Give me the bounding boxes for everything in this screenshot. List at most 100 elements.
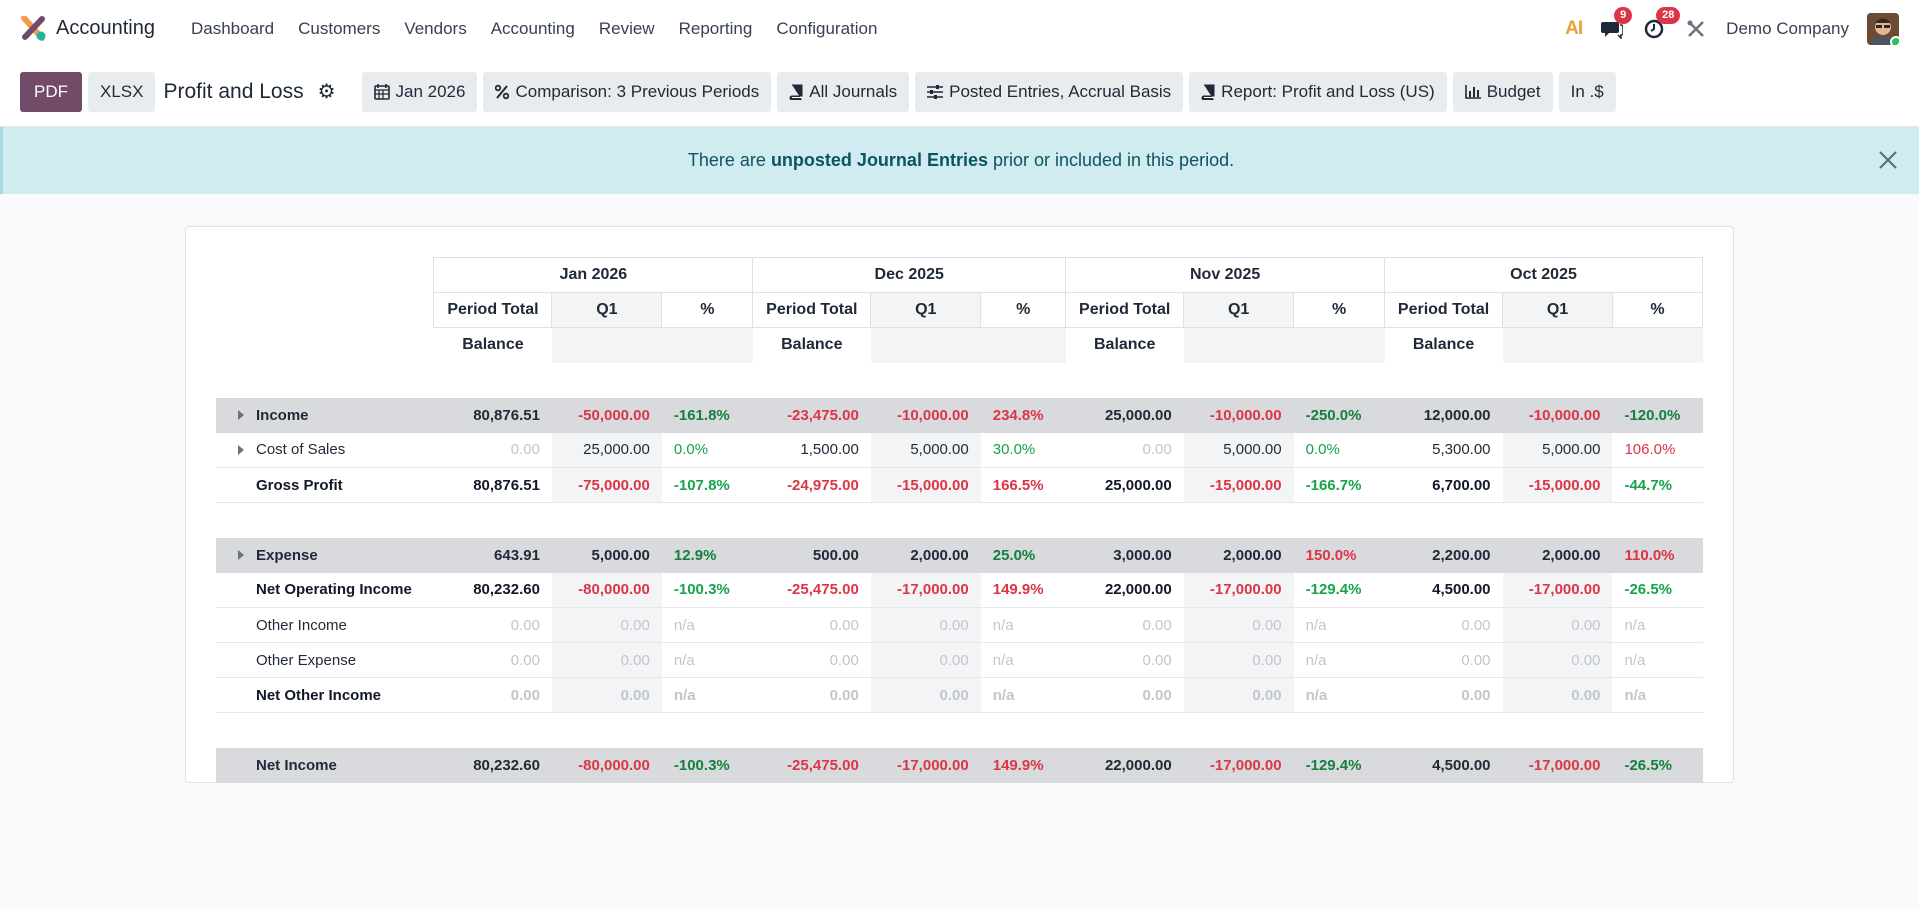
- budget-button[interactable]: Budget: [1452, 71, 1553, 112]
- menu-accounting[interactable]: Accounting: [479, 19, 587, 39]
- budget-q1-cell[interactable]: 0.00: [870, 677, 981, 713]
- gear-icon[interactable]: ⚙: [318, 79, 336, 104]
- period-total-cell[interactable]: 80,876.51: [433, 467, 552, 503]
- period-total-cell[interactable]: 0.00: [1065, 677, 1184, 713]
- caret-right-icon[interactable]: [238, 549, 244, 560]
- period-total-cell[interactable]: 22,000.00: [1065, 747, 1184, 783]
- messages-button[interactable]: 9: [1600, 6, 1633, 41]
- budget-q1-cell[interactable]: -15,000.00: [1502, 467, 1613, 503]
- caret-right-icon[interactable]: [238, 409, 244, 420]
- budget-q1-cell[interactable]: -17,000.00: [870, 747, 981, 783]
- period-total-cell[interactable]: 4,500.00: [1384, 572, 1503, 608]
- budget-q1-cell[interactable]: 5,000.00: [551, 537, 662, 573]
- period-total-cell[interactable]: 0.00: [1384, 642, 1503, 678]
- report-variant-button[interactable]: Report: Profit and Loss (US): [1189, 71, 1447, 112]
- period-total-cell[interactable]: 0.00: [752, 642, 871, 678]
- budget-q1-cell[interactable]: 0.00: [551, 677, 662, 713]
- period-total-cell[interactable]: 0.00: [1065, 432, 1184, 468]
- period-total-cell[interactable]: 4,500.00: [1384, 747, 1503, 783]
- activities-button[interactable]: 28: [1642, 6, 1681, 41]
- period-total-cell[interactable]: 0.00: [433, 642, 552, 678]
- budget-q1-cell[interactable]: 25,000.00: [551, 432, 662, 468]
- budget-q1-cell[interactable]: 0.00: [551, 607, 662, 643]
- budget-q1-cell[interactable]: -17,000.00: [1183, 747, 1294, 783]
- budget-q1-cell[interactable]: 0.00: [1502, 677, 1613, 713]
- budget-q1-cell[interactable]: -80,000.00: [551, 747, 662, 783]
- menu-vendors[interactable]: Vendors: [392, 19, 478, 39]
- budget-q1-cell[interactable]: -17,000.00: [870, 572, 981, 608]
- unposted-entries-link[interactable]: unposted Journal Entries: [771, 150, 988, 170]
- period-total-cell[interactable]: 2,200.00: [1384, 537, 1503, 573]
- period-total-cell[interactable]: 0.00: [752, 607, 871, 643]
- period-total-cell[interactable]: 25,000.00: [1065, 467, 1184, 503]
- menu-reporting[interactable]: Reporting: [667, 19, 765, 39]
- period-total-cell[interactable]: 0.00: [433, 677, 552, 713]
- budget-q1-cell[interactable]: 0.00: [551, 642, 662, 678]
- budget-q1-cell[interactable]: 0.00: [1183, 642, 1294, 678]
- budget-q1-cell[interactable]: -17,000.00: [1502, 747, 1613, 783]
- budget-q1-cell[interactable]: -17,000.00: [1183, 572, 1294, 608]
- budget-q1-cell[interactable]: 0.00: [870, 642, 981, 678]
- row-income[interactable]: Income 80,876.51 -50,000.00 -161.8% -23,475.…: [216, 397, 1703, 433]
- period-total-cell[interactable]: -23,475.00: [752, 397, 871, 433]
- budget-q1-cell[interactable]: 5,000.00: [1183, 432, 1294, 468]
- caret-right-icon[interactable]: [238, 444, 244, 455]
- period-total-cell[interactable]: 0.00: [1384, 607, 1503, 643]
- budget-q1-cell[interactable]: -80,000.00: [551, 572, 662, 608]
- period-total-cell[interactable]: 25,000.00: [1065, 397, 1184, 433]
- menu-customers[interactable]: Customers: [286, 19, 392, 39]
- app-brand[interactable]: Accounting: [20, 14, 155, 42]
- entries-filter-button[interactable]: Posted Entries, Accrual Basis: [915, 71, 1184, 112]
- period-total-cell[interactable]: 22,000.00: [1065, 572, 1184, 608]
- budget-q1-cell[interactable]: 0.00: [1183, 677, 1294, 713]
- date-filter-button[interactable]: Jan 2026: [361, 71, 478, 112]
- period-total-cell[interactable]: 5,300.00: [1384, 432, 1503, 468]
- period-total-cell[interactable]: -24,975.00: [752, 467, 871, 503]
- company-switcher[interactable]: Demo Company: [1726, 19, 1849, 39]
- budget-q1-cell[interactable]: 0.00: [1183, 607, 1294, 643]
- row-label[interactable]: Income: [216, 397, 434, 433]
- xlsx-button[interactable]: XLSX: [88, 71, 156, 112]
- period-total-cell[interactable]: 0.00: [1065, 607, 1184, 643]
- budget-q1-cell[interactable]: 0.00: [870, 607, 981, 643]
- period-total-cell[interactable]: 1,500.00: [752, 432, 871, 468]
- budget-q1-cell[interactable]: -15,000.00: [1183, 467, 1294, 503]
- period-total-cell[interactable]: 12,000.00: [1384, 397, 1503, 433]
- budget-q1-cell[interactable]: 2,000.00: [870, 537, 981, 573]
- budget-q1-cell[interactable]: -75,000.00: [551, 467, 662, 503]
- budget-q1-cell[interactable]: -10,000.00: [1183, 397, 1294, 433]
- row-expense[interactable]: Expense 643.91 5,000.00 12.9% 500.00 2,000.00…: [216, 537, 1703, 573]
- menu-configuration[interactable]: Configuration: [764, 19, 889, 39]
- period-total-cell[interactable]: 3,000.00: [1065, 537, 1184, 573]
- budget-q1-cell[interactable]: 0.00: [1502, 642, 1613, 678]
- budget-q1-cell[interactable]: 2,000.00: [1183, 537, 1294, 573]
- close-icon[interactable]: [1875, 147, 1901, 173]
- comparison-filter-button[interactable]: Comparison: 3 Previous Periods: [483, 71, 772, 112]
- period-total-cell[interactable]: 80,232.60: [433, 747, 552, 783]
- budget-q1-cell[interactable]: -17,000.00: [1502, 572, 1613, 608]
- pdf-button[interactable]: PDF: [20, 71, 82, 112]
- row-label[interactable]: Expense: [216, 537, 434, 573]
- budget-q1-cell[interactable]: -15,000.00: [870, 467, 981, 503]
- period-total-cell[interactable]: 0.00: [1065, 642, 1184, 678]
- row-cost-of-sales[interactable]: Cost of Sales 0.00 25,000.00 0.0% 1,500.00 5,…: [216, 432, 1703, 468]
- budget-q1-cell[interactable]: 5,000.00: [870, 432, 981, 468]
- row-label[interactable]: Cost of Sales: [216, 432, 434, 468]
- budget-q1-cell[interactable]: -10,000.00: [1502, 397, 1613, 433]
- journals-filter-button[interactable]: All Journals: [777, 71, 910, 112]
- period-total-cell[interactable]: 643.91: [433, 537, 552, 573]
- budget-q1-cell[interactable]: 2,000.00: [1502, 537, 1613, 573]
- period-total-cell[interactable]: 80,876.51: [433, 397, 552, 433]
- ai-icon[interactable]: AI: [1565, 18, 1583, 40]
- period-total-cell[interactable]: 0.00: [433, 607, 552, 643]
- menu-dashboard[interactable]: Dashboard: [179, 19, 286, 39]
- rounding-button[interactable]: In .$: [1558, 71, 1616, 112]
- budget-q1-cell[interactable]: -50,000.00: [551, 397, 662, 433]
- budget-q1-cell[interactable]: 5,000.00: [1502, 432, 1613, 468]
- menu-review[interactable]: Review: [587, 19, 667, 39]
- period-total-cell[interactable]: 6,700.00: [1384, 467, 1503, 503]
- period-total-cell[interactable]: 80,232.60: [433, 572, 552, 608]
- debug-tools-icon[interactable]: [1684, 17, 1708, 41]
- period-total-cell[interactable]: -25,475.00: [752, 747, 871, 783]
- budget-q1-cell[interactable]: -10,000.00: [870, 397, 981, 433]
